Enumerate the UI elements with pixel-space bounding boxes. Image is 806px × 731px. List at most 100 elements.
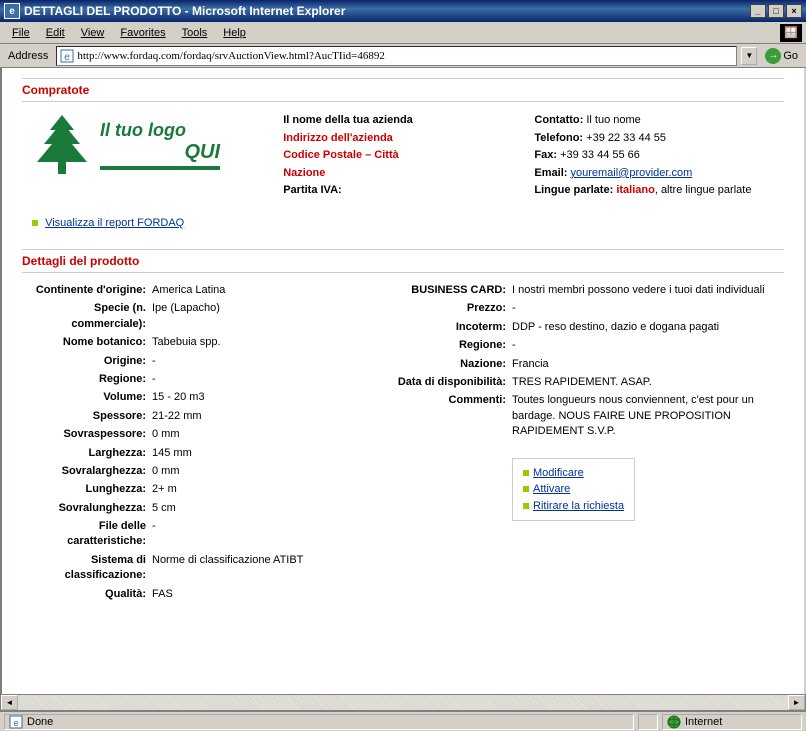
tree-icon xyxy=(32,112,92,177)
lang-main: italiano xyxy=(616,184,655,196)
menu-file[interactable]: File xyxy=(4,25,38,41)
incoterm-val: DDP - reso destino, dazio e dogana pagat… xyxy=(512,320,784,335)
email-link[interactable]: youremail@provider.com xyxy=(570,167,692,179)
bcard-val: I nostri membri possono vedere i tuoi da… xyxy=(512,283,784,298)
company-country: Nazione xyxy=(283,165,494,183)
address-label: Address xyxy=(4,50,52,62)
continent-val: America Latina xyxy=(152,283,372,298)
file-val: - xyxy=(152,519,372,550)
phone-val: +39 22 33 44 55 xyxy=(586,132,666,144)
menubar: File Edit View Favorites Tools Help 🪟 xyxy=(0,22,806,44)
maximize-button[interactable]: □ xyxy=(768,4,784,18)
quality-val: FAS xyxy=(152,587,372,602)
contact-val: Il tuo nome xyxy=(586,114,640,126)
scroll-right-button[interactable]: ► xyxy=(788,695,805,710)
company-vat-label: Partita IVA: xyxy=(283,182,494,200)
globe-icon xyxy=(667,715,681,729)
menu-view[interactable]: View xyxy=(73,25,113,41)
price-val: - xyxy=(512,301,784,316)
ie-icon: e xyxy=(4,3,20,19)
email-label: Email: xyxy=(534,167,567,179)
go-button[interactable]: → Go xyxy=(761,48,802,64)
menu-favorites[interactable]: Favorites xyxy=(112,25,173,41)
go-label: Go xyxy=(783,50,798,62)
window-titlebar: e DETTAGLI DEL PRODOTTO - Microsoft Inte… xyxy=(0,0,806,22)
origin-val: - xyxy=(152,354,372,369)
details-left-column: Continente d'origine:America Latina Spec… xyxy=(32,283,372,605)
overthick-val: 0 mm xyxy=(152,427,372,442)
fax-val: +39 33 44 55 66 xyxy=(560,149,640,161)
overlength-label: Sovralunghezza: xyxy=(32,501,152,516)
report-link[interactable]: Visualizza il report FORDAQ xyxy=(45,217,184,229)
country-r-label: Nazione: xyxy=(382,357,512,372)
origin-label: Origine: xyxy=(32,354,152,369)
logo-text-2: QUI xyxy=(100,141,220,164)
scroll-left-button[interactable]: ◄ xyxy=(1,695,18,710)
status-pane-main: e Done xyxy=(4,714,634,730)
company-name: Il nome della tua azienda xyxy=(283,112,494,130)
actions-box: Modificare Attivare Ritirare la richiest… xyxy=(512,458,635,522)
done-icon: e xyxy=(9,715,23,729)
logo-placeholder: Il tuo logo QUI xyxy=(32,112,243,177)
overwidth-val: 0 mm xyxy=(152,464,372,479)
thickness-label: Spessore: xyxy=(32,409,152,424)
window-title: DETTAGLI DEL PRODOTTO - Microsoft Intern… xyxy=(24,4,750,18)
length-label: Lunghezza: xyxy=(32,482,152,497)
status-text: Done xyxy=(27,716,53,728)
bcard-label: BUSINESS CARD: xyxy=(382,283,512,298)
status-pane-spacer xyxy=(638,714,658,730)
menu-help[interactable]: Help xyxy=(215,25,254,41)
horizontal-scrollbar[interactable]: ◄ ► xyxy=(0,694,806,711)
region-r-label: Regione: xyxy=(382,338,512,353)
species-label: Specie (n. commerciale): xyxy=(32,301,152,332)
url-input[interactable] xyxy=(77,50,734,62)
species-val: Ipe (Lapacho) xyxy=(152,301,372,332)
company-postal: Codice Postale – Città xyxy=(283,147,494,165)
width-val: 145 mm xyxy=(152,446,372,461)
logo-underline xyxy=(100,166,220,170)
withdraw-link[interactable]: Ritirare la richiesta xyxy=(523,498,624,515)
svg-text:e: e xyxy=(65,52,71,63)
menu-tools[interactable]: Tools xyxy=(174,25,216,41)
contact-label: Contatto: xyxy=(534,114,583,126)
page-icon: e xyxy=(59,48,75,64)
bullet-icon xyxy=(32,220,38,226)
botanical-label: Nome botanico: xyxy=(32,335,152,350)
go-icon: → xyxy=(765,48,781,64)
modify-link[interactable]: Modificare xyxy=(523,465,624,482)
botanical-val: Tabebuia spp. xyxy=(152,335,372,350)
region-r-val: - xyxy=(512,338,784,353)
section-compratote: Compratote xyxy=(22,78,784,102)
content-viewport[interactable]: Compratote Il tuo logo QUI xyxy=(0,68,806,694)
overwidth-label: Sovralarghezza: xyxy=(32,464,152,479)
menu-edit[interactable]: Edit xyxy=(38,25,73,41)
section-details: Dettagli del prodotto xyxy=(22,249,784,273)
continent-label: Continente d'origine: xyxy=(32,283,152,298)
class-val: Norme di classificazione ATIBT xyxy=(152,553,372,584)
comments-val: Toutes longueurs nous conviennent, c'est… xyxy=(512,393,784,439)
activate-link[interactable]: Attivare xyxy=(523,481,624,498)
region-val: - xyxy=(152,372,372,387)
comments-label: Commenti: xyxy=(382,393,512,439)
file-label: File delle caratteristiche: xyxy=(32,519,152,550)
volume-label: Volume: xyxy=(32,390,152,405)
svg-text:e: e xyxy=(13,718,18,728)
close-button[interactable]: × xyxy=(786,4,802,18)
price-label: Prezzo: xyxy=(382,301,512,316)
overlength-val: 5 cm xyxy=(152,501,372,516)
country-r-val: Francia xyxy=(512,357,784,372)
fax-label: Fax: xyxy=(534,149,557,161)
addressbar: Address e ▼ → Go xyxy=(0,44,806,68)
phone-label: Telefono: xyxy=(534,132,583,144)
length-val: 2+ m xyxy=(152,482,372,497)
url-dropdown-button[interactable]: ▼ xyxy=(741,47,757,65)
minimize-button[interactable]: _ xyxy=(750,4,766,18)
logo-text-1: Il tuo logo xyxy=(100,120,186,140)
contact-info: Contatto: Il tuo nome Telefono: +39 22 3… xyxy=(534,112,784,229)
lang-label: Lingue parlate: xyxy=(534,184,613,196)
status-pane-zone: Internet xyxy=(662,714,802,730)
bullet-icon xyxy=(523,470,529,476)
scrollbar-track[interactable] xyxy=(18,695,788,710)
zone-text: Internet xyxy=(685,716,722,728)
avail-val: TRES RAPIDEMENT. ASAP. xyxy=(512,375,784,390)
